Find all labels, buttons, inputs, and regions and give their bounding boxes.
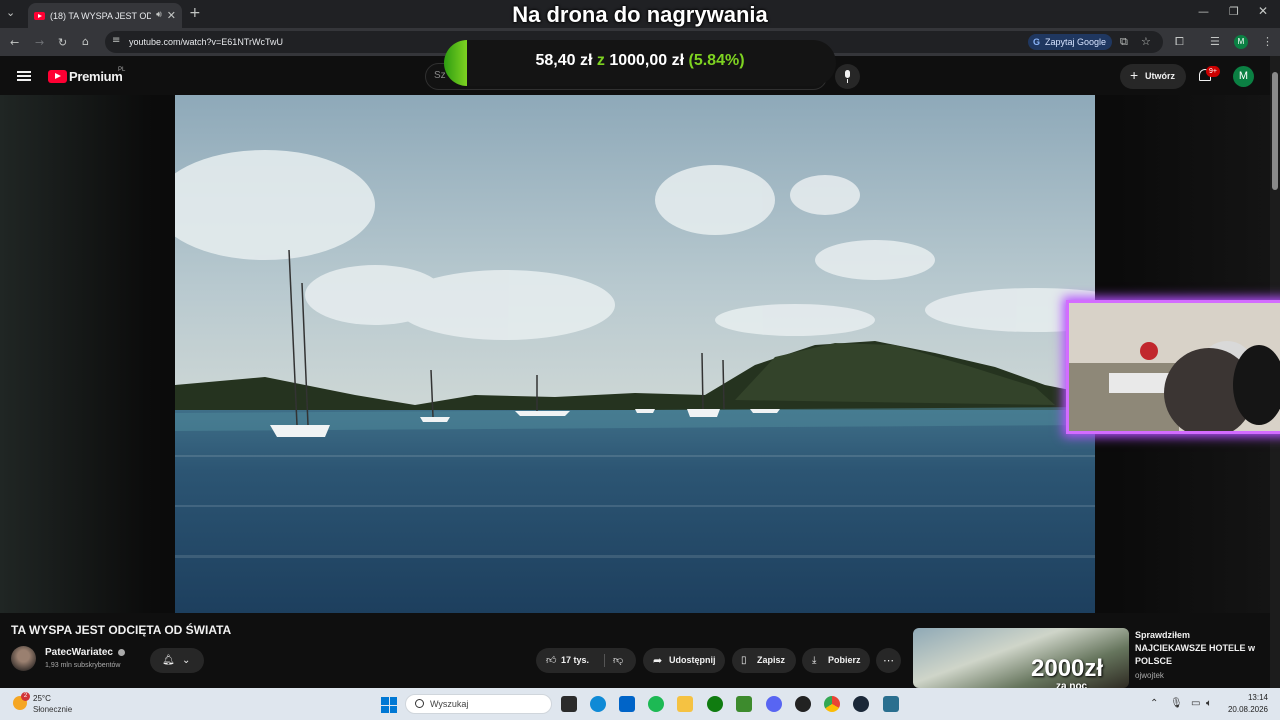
ask-google-button[interactable]: Zapytaj Google (1028, 34, 1113, 50)
subscriber-count: 1,93 mln subskrybentów (45, 662, 121, 669)
country-code: PL (118, 67, 126, 73)
bell-icon: 🔔︎ (162, 655, 175, 666)
browser-menu-icon[interactable]: ⋮ (1262, 36, 1273, 47)
weather-condition[interactable]: Słonecznie (33, 705, 72, 714)
edge-icon[interactable] (590, 696, 606, 712)
install-app-icon[interactable]: ⧉ (1120, 36, 1128, 47)
donation-separator: z (596, 52, 605, 69)
save-button[interactable]: ▯ Zapisz (732, 648, 796, 673)
display-icon[interactable]: ▭ (1191, 698, 1200, 709)
clock-time[interactable]: 13:14 (1222, 693, 1268, 702)
taskbar-search-box[interactable] (405, 694, 552, 714)
clock-date[interactable]: 20.08.2026 (1222, 705, 1268, 714)
tray-overflow-icon[interactable]: ⌃ (1150, 698, 1158, 709)
more-actions-button[interactable]: ⋯ (876, 648, 901, 673)
profile-avatar[interactable]: M (1234, 35, 1248, 49)
download-icon: ⤓ (812, 655, 817, 666)
taskbar-search-icon (415, 699, 424, 708)
channel-avatar[interactable] (11, 646, 36, 671)
create-button[interactable]: Utwórz (1120, 63, 1186, 89)
donation-percent: (5.84%) (688, 52, 745, 69)
donation-goal: 1000,00 zł (609, 52, 685, 69)
home-icon[interactable]: ⌂ (82, 36, 89, 47)
reading-list-icon[interactable]: ☰ (1210, 36, 1220, 47)
donation-progress-text: 58,40 zł z 1000,00 zł (5.84%) (444, 52, 836, 70)
video-title: TA WYSPA JEST ODCIĘTA OD ŚWIATA (11, 623, 232, 637)
verified-badge-icon (118, 649, 125, 656)
chrome-icon[interactable] (824, 696, 840, 712)
extensions-icon[interactable]: ⧠ (1175, 36, 1184, 47)
youtube-logo-icon[interactable] (48, 70, 67, 83)
obs-icon[interactable] (795, 696, 811, 712)
notification-badge: 9+ (1206, 66, 1220, 77)
thumbnail-price-text: 2000zł (1031, 655, 1104, 682)
youtube-premium-logo[interactable]: Premium (69, 69, 123, 84)
donation-current: 58,40 zł (535, 52, 593, 69)
account-avatar[interactable]: M (1233, 66, 1254, 87)
task-view-icon[interactable] (561, 696, 577, 712)
save-label: Zapisz (757, 655, 786, 665)
stream-goal-title: Na drona do nagrywania (512, 2, 768, 27)
forward-icon[interactable]: → (35, 37, 44, 48)
thumbs-down-icon[interactable]: 👎︎ (613, 648, 623, 673)
like-button[interactable]: 👍︎ 17 tys. 👎︎ (536, 648, 636, 673)
video-frame[interactable] (175, 95, 1095, 613)
download-button[interactable]: ⤓ Pobierz (802, 648, 870, 673)
scrollbar-thumb[interactable] (1272, 72, 1278, 190)
streamer-webcam (1066, 300, 1280, 434)
download-label: Pobierz (828, 655, 861, 665)
guide-menu-icon[interactable] (17, 71, 31, 81)
like-count: 17 tys. (561, 655, 590, 665)
voice-search-mic-icon[interactable] (835, 64, 860, 89)
reload-icon[interactable]: ↻ (58, 37, 67, 48)
thumbs-up-icon: 👍︎ (546, 655, 557, 666)
volume-icon[interactable]: 🔈︎ (1206, 698, 1212, 709)
spotify-icon[interactable] (648, 696, 664, 712)
app-icon[interactable] (883, 696, 899, 712)
channel-name[interactable]: PatecWariatec (45, 647, 113, 658)
share-button[interactable]: ➦ Udostępnij (643, 648, 725, 673)
windows-taskbar (0, 688, 1280, 720)
share-icon: ➦ (653, 654, 663, 667)
chevron-down-icon: ⌄ (182, 655, 191, 666)
back-icon[interactable]: ← (10, 37, 19, 48)
taskbar-search-label: Wyszukaj (430, 699, 469, 709)
weather-temperature[interactable]: 25°C (33, 694, 51, 703)
windows-start-icon[interactable] (381, 697, 397, 713)
webcam-image (1069, 303, 1280, 431)
bookmark-star-icon[interactable]: ☆ (1141, 36, 1151, 47)
bookmark-icon: ▯ (741, 655, 747, 666)
outlook-icon[interactable] (619, 696, 635, 712)
minecraft-icon[interactable] (736, 696, 752, 712)
weather-alert-badge: 2 (21, 692, 30, 701)
microphone-icon[interactable]: 🎙︎ (1170, 698, 1183, 709)
file-explorer-icon[interactable] (677, 696, 693, 712)
discord-icon[interactable] (766, 696, 782, 712)
recommended-channel[interactable]: ojwojtek (1135, 671, 1164, 680)
steam-icon[interactable] (853, 696, 869, 712)
more-horizontal-icon: ⋯ (883, 654, 894, 667)
share-label: Udostępnij (669, 655, 716, 665)
xbox-icon[interactable] (707, 696, 723, 712)
recommended-video-title[interactable]: Sprawdziłem NAJCIEKAWSZE HOTELE w POLSCE (1135, 629, 1263, 668)
video-scene-image (175, 95, 1095, 613)
site-info-icon[interactable]: ≡ (112, 36, 120, 46)
url-text[interactable]: youtube.com/watch?v=E61NTrWcTwU (129, 37, 283, 47)
subscription-bell-button[interactable]: 🔔︎ ⌄ (150, 648, 204, 673)
